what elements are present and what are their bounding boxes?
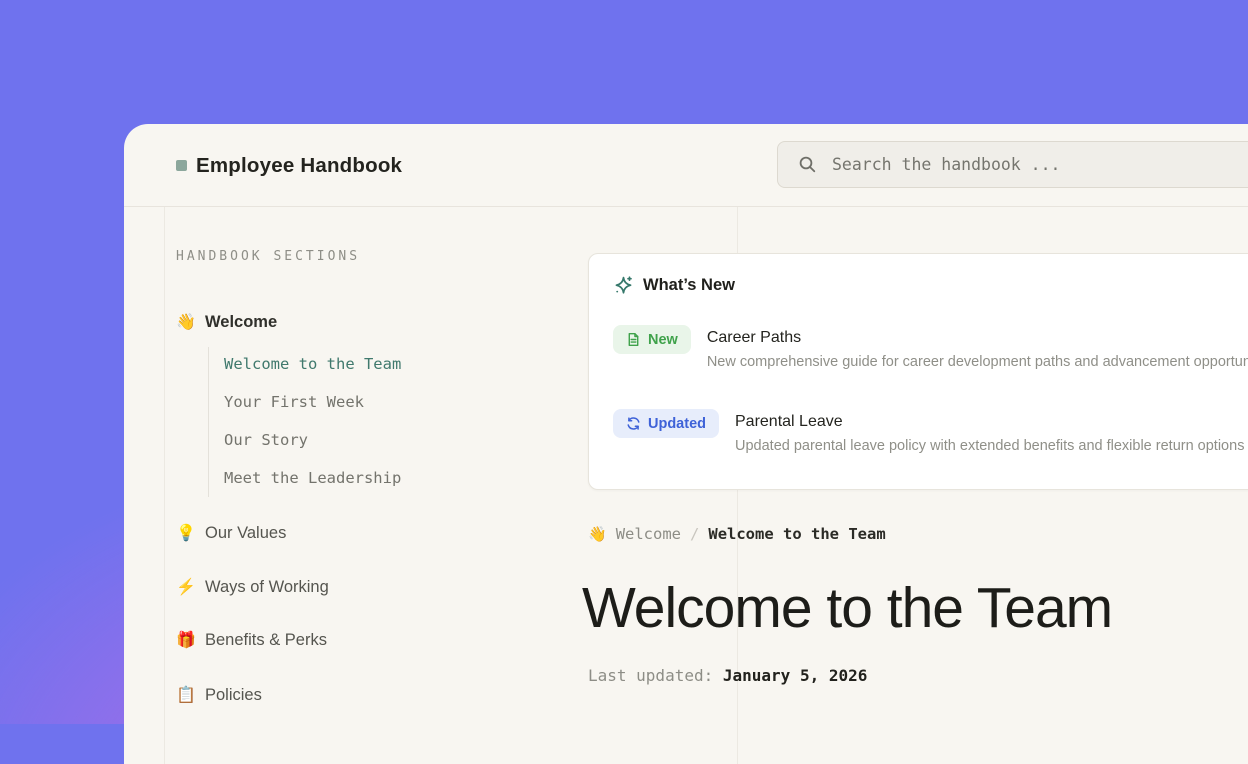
last-updated: Last updated: January 5, 2026: [588, 666, 867, 685]
search-placeholder: Search the handbook ...: [832, 155, 1060, 174]
whats-new-card: What’s New New Career Paths New comprehe…: [588, 253, 1248, 490]
app-window: Employee Handbook Search the handbook ..…: [124, 124, 1248, 764]
page-title: Welcome to the Team: [582, 575, 1112, 641]
whats-new-item-text: Parental Leave Updated parental leave po…: [735, 409, 1244, 454]
breadcrumb-separator: /: [690, 525, 699, 543]
sidebar-item-label: Policies: [205, 686, 262, 705]
whats-new-item-description: Updated parental leave policy with exten…: [735, 438, 1244, 454]
app-header: Employee Handbook Search the handbook ..…: [124, 124, 1248, 207]
sidebar-subitem-your-first-week[interactable]: Your First Week: [224, 392, 364, 412]
subnav-indent-guide: [208, 347, 209, 497]
last-updated-label: Last updated:: [588, 666, 713, 685]
search-icon: [798, 155, 817, 174]
sidebar-heading: HANDBOOK SECTIONS: [176, 249, 360, 264]
clipboard-icon: 📋: [176, 685, 194, 705]
app-title: Employee Handbook: [196, 154, 402, 178]
badge-label: New: [648, 332, 678, 348]
whats-new-item-career-paths[interactable]: New Career Paths New comprehensive guide…: [613, 325, 1248, 370]
whats-new-item-parental-leave[interactable]: Updated Parental Leave Updated parental …: [613, 409, 1244, 454]
badge-label: Updated: [648, 416, 706, 432]
sidebar-item-policies[interactable]: 📋 Policies: [176, 682, 262, 708]
sparkle-icon: [613, 275, 634, 296]
whats-new-title: What’s New: [643, 276, 735, 295]
whats-new-item-description: New comprehensive guide for career devel…: [707, 354, 1248, 370]
updated-badge: Updated: [613, 409, 719, 438]
sidebar-item-label: Ways of Working: [205, 578, 329, 597]
sidebar-item-welcome[interactable]: 👋 Welcome: [176, 309, 277, 335]
sidebar-item-label: Welcome: [205, 313, 277, 332]
brand: Employee Handbook: [176, 124, 402, 207]
sidebar-item-label: Our Values: [205, 524, 286, 543]
lightbulb-icon: 💡: [176, 523, 194, 543]
whats-new-item-text: Career Paths New comprehensive guide for…: [707, 325, 1248, 370]
refresh-icon: [626, 416, 641, 431]
sidebar-subitem-our-story[interactable]: Our Story: [224, 430, 308, 450]
lightning-icon: ⚡: [176, 577, 194, 597]
sidebar-item-benefits-perks[interactable]: 🎁 Benefits & Perks: [176, 627, 327, 653]
whats-new-header: What’s New: [613, 275, 735, 296]
sidebar-item-ways-of-working[interactable]: ⚡ Ways of Working: [176, 574, 329, 600]
breadcrumb: 👋 Welcome / Welcome to the Team: [588, 525, 886, 543]
wave-icon: 👋: [176, 312, 194, 332]
gift-icon: 🎁: [176, 630, 194, 650]
sidebar-subitem-welcome-to-the-team[interactable]: Welcome to the Team: [224, 354, 401, 374]
whats-new-item-title: Parental Leave: [735, 413, 1244, 431]
sidebar-subitem-meet-the-leadership[interactable]: Meet the Leadership: [224, 468, 401, 488]
logo-mark: [176, 160, 187, 171]
breadcrumb-current-page: Welcome to the Team: [708, 525, 885, 543]
whats-new-item-title: Career Paths: [707, 329, 1248, 347]
wave-icon: 👋: [588, 525, 607, 543]
new-badge: New: [613, 325, 691, 354]
last-updated-value: January 5, 2026: [723, 666, 868, 685]
sidebar-item-our-values[interactable]: 💡 Our Values: [176, 520, 286, 546]
window-body: HANDBOOK SECTIONS 👋 Welcome Welcome to t…: [124, 207, 1248, 764]
left-rule-divider: [164, 207, 165, 764]
sidebar-item-label: Benefits & Perks: [205, 631, 327, 650]
document-icon: [626, 332, 641, 347]
breadcrumb-section-link[interactable]: Welcome: [616, 525, 681, 543]
search-input[interactable]: Search the handbook ...: [777, 141, 1248, 188]
